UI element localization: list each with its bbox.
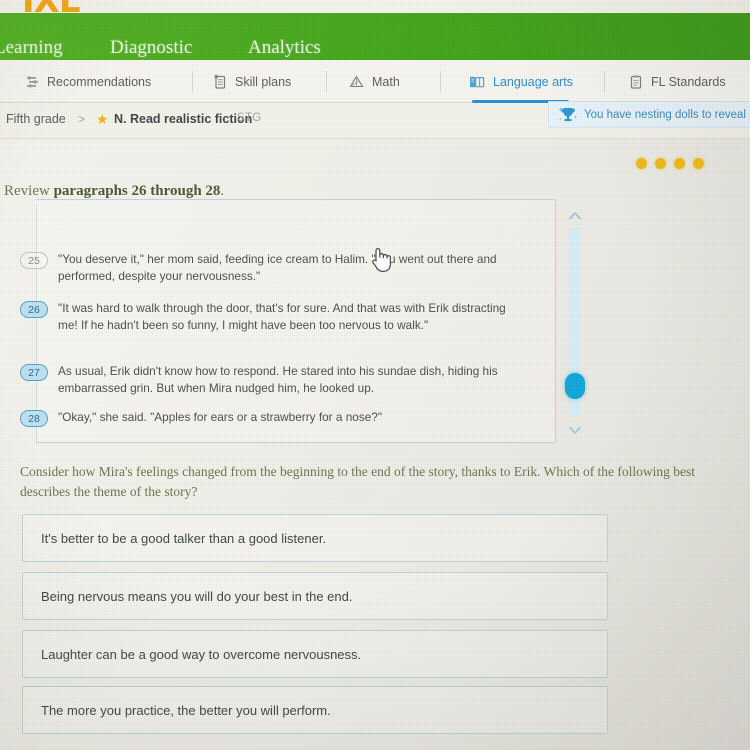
answer-choice[interactable]: Being nervous means you will do your bes…	[22, 572, 608, 620]
fl-standards-icon	[628, 74, 644, 90]
tab-language-arts[interactable]: Language arts	[468, 60, 573, 103]
paragraph-text: "It was hard to walk through the door, t…	[58, 301, 506, 332]
answer-choice-label: It's better to be a good talker than a g…	[41, 530, 327, 546]
progress-dot	[655, 158, 666, 169]
tab-math[interactable]: Math	[348, 60, 400, 103]
progress-dot	[674, 158, 685, 169]
paragraph-number-badge: 26	[20, 301, 48, 318]
tab-label: Skill plans	[235, 74, 292, 89]
scrollbar-thumb[interactable]	[565, 373, 585, 399]
tab-label: Recommendations	[47, 74, 152, 89]
passage-container: 25 "You deserve it," her mom said, feedi…	[20, 199, 556, 447]
tab-label: Language arts	[493, 74, 573, 89]
review-emphasis: paragraphs 26 through 28	[53, 183, 221, 199]
tab-divider	[604, 71, 605, 92]
nav-item-learning[interactable]: Learning	[0, 37, 63, 59]
paragraph-text: "You deserve it," her mom said, feeding …	[58, 252, 497, 283]
chevron-down-icon[interactable]	[566, 421, 584, 439]
paragraph-number-badge: 28	[20, 410, 48, 427]
review-instruction: Review paragraphs 26 through 28.	[4, 183, 224, 200]
tab-fl-standards[interactable]: FL Standards	[628, 60, 726, 103]
app-page: IXL Learning Diagnostic Analytics Recomm…	[0, 0, 750, 750]
paragraph-text: As usual, Erik didn't know how to respon…	[58, 364, 498, 395]
answer-choice-label: The more you practice, the better you wi…	[41, 702, 331, 718]
star-icon: ★	[96, 111, 109, 127]
trophy-icon	[557, 105, 579, 125]
question-prompt: Consider how Mira's feelings changed fro…	[20, 464, 696, 499]
passage-scrollbar[interactable]	[562, 205, 588, 443]
nav-item-analytics[interactable]: Analytics	[248, 37, 321, 59]
paragraph-row[interactable]: 28 "Okay," she said. "Apples for ears or…	[20, 409, 524, 427]
review-suffix: .	[220, 183, 225, 199]
answer-choice[interactable]: The more you practice, the better you wi…	[22, 686, 608, 734]
paragraph-text: "Okay," she said. "Apples for ears or a …	[58, 410, 383, 424]
nesting-dolls-notification[interactable]: You have nesting dolls to reveal	[548, 101, 750, 128]
paragraph-number-badge: 25	[20, 252, 48, 269]
answer-choice-label: Laughter can be a good way to overcome n…	[41, 646, 362, 662]
answer-choice[interactable]: Laughter can be a good way to overcome n…	[22, 630, 608, 678]
primary-nav: Learning Diagnostic Analytics	[0, 13, 750, 69]
breadcrumb-grade[interactable]: Fifth grade	[6, 112, 66, 126]
breadcrumb-skill-name: N. Read realistic fiction	[114, 112, 253, 126]
breadcrumb-skill-code: STG	[237, 112, 262, 124]
nav-item-diagnostic[interactable]: Diagnostic	[110, 37, 192, 59]
tab-label: Math	[372, 74, 400, 89]
answer-choice[interactable]: It's better to be a good talker than a g…	[22, 514, 608, 562]
answer-choice-label: Being nervous means you will do your bes…	[41, 588, 353, 604]
review-prefix: Review	[4, 183, 54, 199]
progress-dots	[636, 158, 704, 169]
progress-dot	[693, 158, 704, 169]
paragraph-row[interactable]: 27 As usual, Erik didn't know how to res…	[20, 363, 524, 396]
language-arts-icon	[468, 74, 486, 90]
breadcrumb-separator: >	[78, 112, 86, 126]
tab-divider	[192, 71, 193, 92]
notification-text: You have nesting dolls to reveal	[584, 108, 746, 121]
tab-recommendations[interactable]: Recommendations	[24, 60, 151, 103]
chevron-up-icon[interactable]	[566, 207, 584, 225]
tab-divider	[440, 71, 441, 92]
paragraph-number-badge: 27	[20, 364, 48, 381]
progress-dot	[636, 158, 647, 169]
paragraph-row[interactable]: 25 "You deserve it," her mom said, feedi…	[20, 251, 524, 284]
tab-label: FL Standards	[651, 74, 726, 89]
skill-plans-icon	[212, 74, 228, 90]
pointer-hand-cursor	[369, 245, 391, 278]
tab-divider	[326, 71, 327, 92]
paragraph-row[interactable]: 26 "It was hard to walk through the door…	[20, 300, 524, 333]
tab-skill-plans[interactable]: Skill plans	[212, 60, 291, 103]
math-icon	[348, 74, 365, 90]
subject-tab-bar: Recommendations Skill plans Math Languag…	[0, 60, 750, 103]
recommendations-icon	[24, 74, 40, 90]
